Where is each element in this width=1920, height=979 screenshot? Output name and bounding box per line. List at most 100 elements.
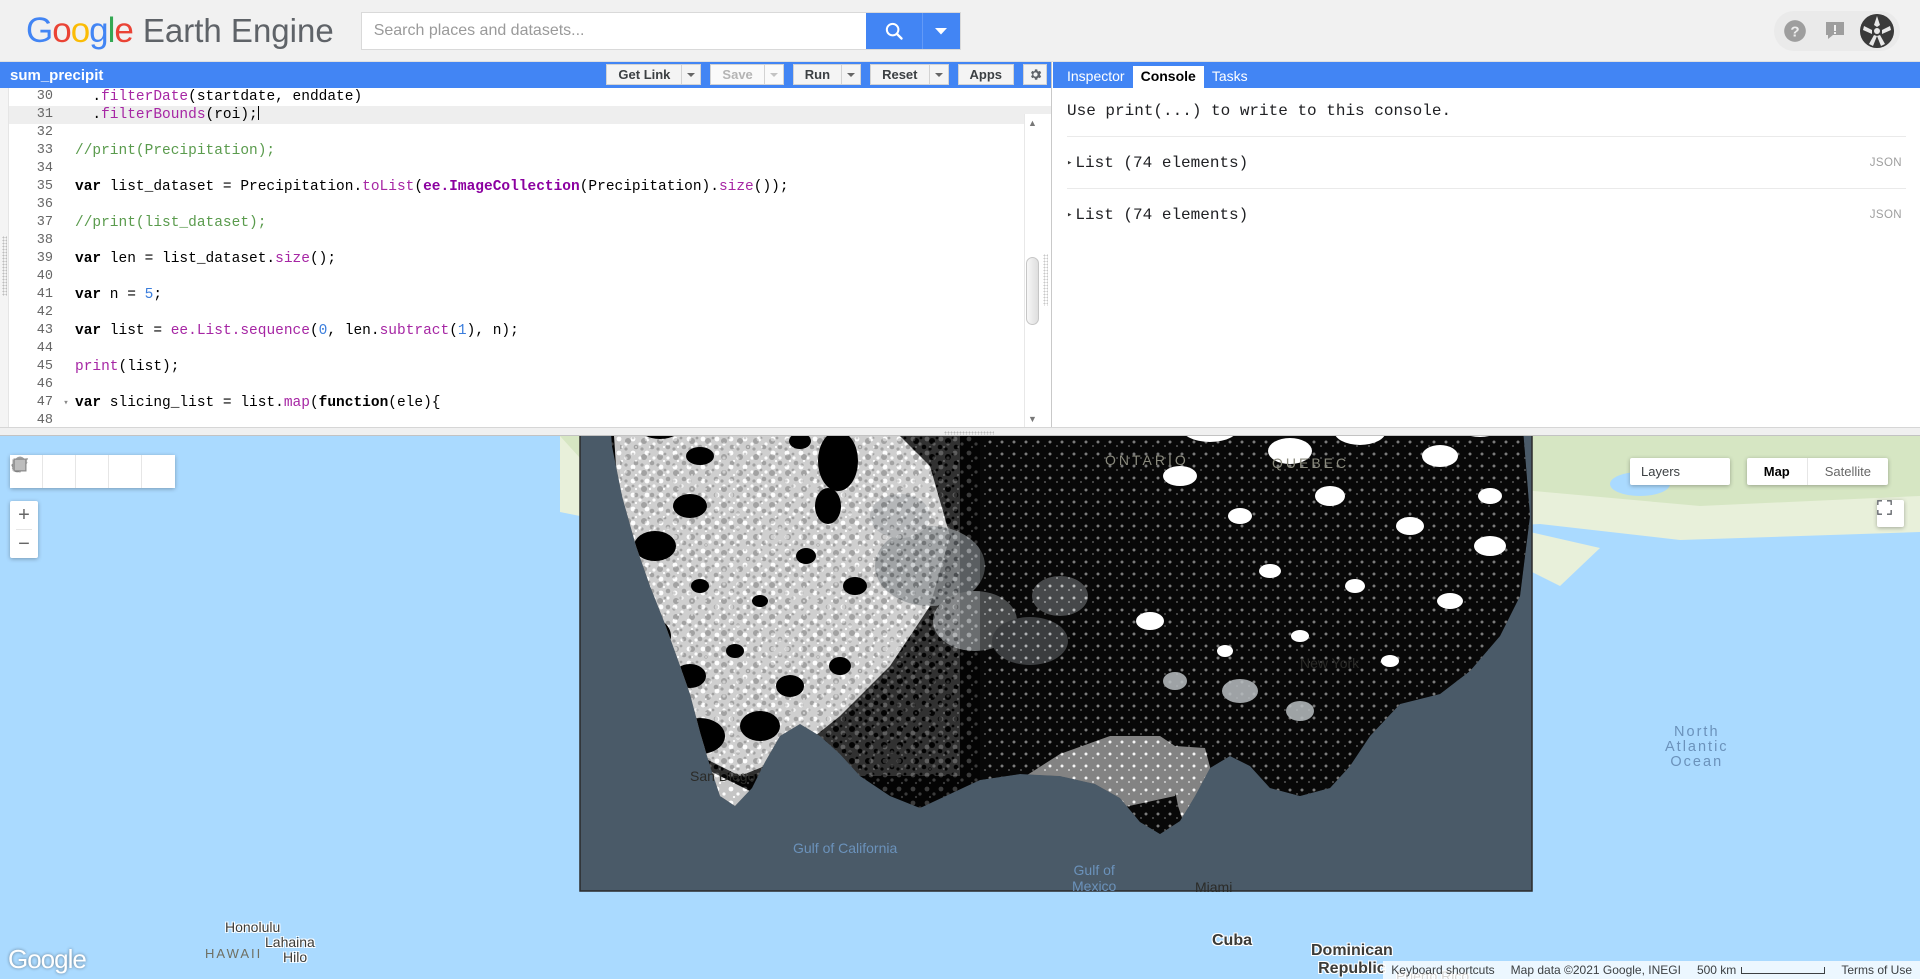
scroll-down-arrow[interactable]: ▼: [1025, 410, 1041, 427]
layers-button[interactable]: Layers: [1630, 458, 1730, 485]
code-lines[interactable]: 30 .filterDate(startdate, enddate) 31 .fi…: [9, 88, 1051, 427]
code-line-41[interactable]: 41 var n = 5;: [9, 286, 1051, 304]
code-scroll-region[interactable]: 30 .filterDate(startdate, enddate) 31 .fi…: [9, 88, 1051, 427]
code-line-46[interactable]: 46: [9, 376, 1051, 394]
line-number: 39: [36, 251, 53, 266]
save-button[interactable]: Save: [710, 64, 765, 85]
feedback-button[interactable]: [1820, 16, 1850, 46]
console-entry-label: List (74 elements): [1075, 205, 1249, 224]
code-line-34[interactable]: 34: [9, 160, 1051, 178]
code-line-45[interactable]: 45 print(list);: [9, 358, 1051, 376]
editor-settings-button[interactable]: [1023, 64, 1047, 85]
run-button[interactable]: Run: [792, 64, 843, 85]
marker-tool[interactable]: [14, 455, 76, 488]
code-text: .filterDate(startdate, enddate): [75, 89, 363, 105]
code-line-39[interactable]: 39 var len = list_dataset.size();: [9, 250, 1051, 268]
apps-group: Apps: [957, 64, 1014, 85]
code-line-42[interactable]: 42: [9, 304, 1051, 322]
svg-text:?: ?: [1790, 23, 1799, 40]
scrollbar-track[interactable]: [1026, 131, 1039, 410]
apps-button[interactable]: Apps: [957, 64, 1014, 85]
code-line-48[interactable]: 48: [9, 412, 1051, 427]
avatar-image: [1860, 14, 1894, 48]
chevron-down-icon: [847, 72, 856, 77]
ee-raster-layer: [579, 436, 1533, 892]
expand-arrow-icon[interactable]: ▸: [1067, 210, 1072, 220]
map-type-map[interactable]: Map: [1747, 458, 1808, 485]
search-button[interactable]: [865, 12, 922, 49]
tab-tasks[interactable]: Tasks: [1204, 66, 1256, 88]
run-dropdown[interactable]: [842, 64, 862, 85]
zoom-out-button[interactable]: −: [10, 530, 38, 558]
code-line-33[interactable]: 33 //print(Precipitation);: [9, 142, 1051, 160]
code-line-30[interactable]: 30 .filterDate(startdate, enddate): [9, 88, 1051, 106]
code-line-44[interactable]: 44: [9, 340, 1051, 358]
zoom-in-button[interactable]: +: [10, 501, 38, 529]
map-footer: Keyboard shortcuts Map data ©2021 Google…: [1383, 961, 1920, 979]
code-line-37[interactable]: 37 //print(list_dataset);: [9, 214, 1051, 232]
gear-icon: [1030, 69, 1041, 80]
script-name-tab[interactable]: sum_precipit: [10, 67, 103, 84]
help-button[interactable]: ?: [1780, 16, 1810, 46]
line-number: 31: [36, 107, 53, 122]
search-input[interactable]: [361, 12, 866, 49]
reset-button[interactable]: Reset: [870, 64, 930, 85]
reset-dropdown[interactable]: [929, 64, 949, 85]
get-link-dropdown[interactable]: [682, 64, 702, 85]
app-header: Google Earth Engine ?: [0, 0, 1920, 62]
run-group: Run: [792, 64, 862, 85]
line-number: 38: [36, 233, 53, 248]
code-line-32[interactable]: 32: [9, 124, 1051, 142]
avatar[interactable]: [1860, 14, 1894, 48]
line-number: 36: [36, 197, 53, 212]
terms-of-use-link[interactable]: Terms of Use: [1833, 961, 1920, 979]
line-number: 35: [36, 179, 53, 194]
json-link[interactable]: JSON: [1870, 209, 1902, 221]
fullscreen-button[interactable]: [1877, 500, 1904, 527]
editor-resize-grip[interactable]: [1040, 114, 1051, 427]
brand-logo[interactable]: Google Earth Engine: [26, 11, 334, 51]
tab-inspector[interactable]: Inspector: [1059, 66, 1133, 88]
editor-left-handle[interactable]: [0, 88, 9, 427]
tab-console[interactable]: Console: [1132, 66, 1204, 88]
line-number: 30: [36, 89, 53, 104]
google-wordmark: Google: [26, 10, 134, 50]
console-hint: Use print(...) to write to this console.: [1067, 102, 1452, 120]
json-link[interactable]: JSON: [1870, 157, 1902, 169]
rectangle-icon: [13, 458, 27, 472]
code-line-47[interactable]: 47 ▾ var slicing_list = list.map(function(…: [9, 394, 1051, 412]
search-icon: [885, 22, 903, 40]
code-line-38[interactable]: 38: [9, 232, 1051, 250]
expand-arrow-icon[interactable]: ▸: [1067, 158, 1072, 168]
map-attribution: Map data ©2021 Google, INEGI: [1502, 961, 1689, 979]
line-tool[interactable]: [11, 455, 109, 488]
editor-vertical-scrollbar[interactable]: ▲ ▼: [1024, 114, 1040, 427]
chevron-down-icon: [687, 72, 696, 77]
get-link-button[interactable]: Get Link: [606, 64, 683, 85]
code-line-43[interactable]: 43 var list = ee.List.sequence(0, len.sub…: [9, 322, 1051, 340]
console-entry[interactable]: ▸ List (74 elements) JSON: [1067, 136, 1906, 188]
fullscreen-icon: [1877, 500, 1892, 515]
map-type-satellite[interactable]: Satellite: [1808, 458, 1888, 485]
map-canvas[interactable]: North Pacific OceanNorth Atlantic OceanO…: [0, 436, 1920, 979]
scrollbar-thumb[interactable]: [1026, 257, 1039, 325]
map-type-switcher: Map Satellite: [1746, 458, 1888, 485]
fold-toggle-icon[interactable]: ▾: [61, 394, 71, 412]
keyboard-shortcuts-link[interactable]: Keyboard shortcuts: [1383, 961, 1503, 979]
console-panel: Inspector Console Tasks Use print(...) to …: [1053, 62, 1920, 427]
search-dropdown-button[interactable]: [921, 12, 960, 49]
console-entries: ▸ List (74 elements) JSON ▸ List (74 element…: [1067, 136, 1906, 240]
polygon-tool[interactable]: [12, 455, 142, 488]
scroll-up-arrow[interactable]: ▲: [1025, 114, 1041, 131]
code-text: var list_dataset = Precipitation.toList(…: [75, 179, 789, 195]
console-entry[interactable]: ▸ List (74 elements) JSON: [1067, 188, 1906, 240]
code-line-35[interactable]: 35 var list_dataset = Precipitation.toLis…: [9, 178, 1051, 196]
panel-splitter[interactable]: [0, 427, 1920, 436]
feedback-icon: [1826, 22, 1844, 39]
save-dropdown[interactable]: [764, 64, 784, 85]
code-line-40[interactable]: 40: [9, 268, 1051, 286]
code-line-31[interactable]: 31 .filterBounds(roi);: [9, 106, 1051, 124]
rectangle-tool[interactable]: [13, 455, 175, 488]
line-number: 34: [36, 161, 53, 176]
code-line-36[interactable]: 36: [9, 196, 1051, 214]
